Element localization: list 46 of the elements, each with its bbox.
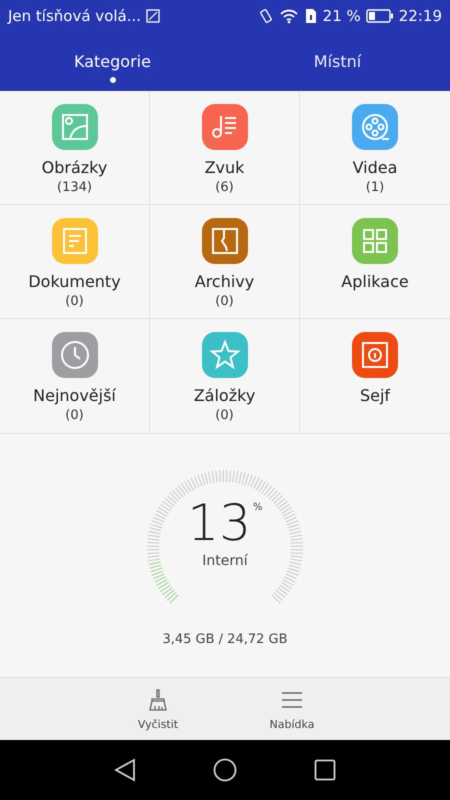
category-tile[interactable]: Aplikace (300, 205, 450, 319)
image-icon (146, 9, 160, 23)
category-name: Zvuk (204, 158, 244, 177)
storage-percent: 13 (187, 496, 252, 551)
battery-percent: 21 % (322, 7, 361, 25)
category-name: Archivy (194, 272, 254, 291)
wifi-icon (278, 8, 299, 24)
back-icon[interactable] (114, 758, 136, 782)
category-tile[interactable]: Zvuk (6) (150, 91, 300, 205)
tab[interactable]: Místní (225, 32, 450, 91)
file-count: (6) (215, 180, 234, 195)
category-name: Záložky (194, 386, 256, 405)
category-name: Aplikace (341, 272, 409, 291)
home-icon[interactable] (213, 758, 237, 782)
storage-label: Interní (202, 553, 248, 569)
battery-icon (366, 9, 394, 23)
menu-button[interactable]: Nabídka (260, 678, 324, 740)
category-name: Sejf (360, 386, 390, 405)
recents-icon[interactable] (314, 759, 336, 781)
category-name: Videa (352, 158, 398, 177)
category-tile[interactable]: Videa (1) (300, 91, 450, 205)
category-name: Nejnovější (33, 386, 116, 405)
tab[interactable]: Kategorie (0, 32, 225, 91)
sim-icon (304, 8, 318, 24)
file-count: (0) (65, 294, 84, 309)
clock-time: 22:19 (398, 7, 442, 25)
file-count: (1) (366, 180, 384, 195)
storage-gauge-fill (148, 562, 179, 604)
file-count: (134) (57, 180, 92, 195)
clean-button[interactable]: Vyčistit (126, 678, 190, 740)
vibrate-icon (258, 8, 274, 24)
category-name: Obrázky (42, 158, 108, 177)
percent-sign: % (253, 502, 263, 513)
category-tile[interactable]: Dokumenty (0) (0, 205, 150, 319)
storage-usage: 3,45 GB / 24,72 GB (162, 632, 288, 647)
category-tile[interactable]: Archivy (0) (150, 205, 300, 319)
file-count: (0) (215, 294, 234, 309)
file-count: (0) (65, 408, 84, 423)
category-name: Dokumenty (28, 272, 121, 291)
notification-text: Jen tísňová volá... (8, 7, 142, 25)
file-count: (0) (215, 408, 234, 423)
category-tile[interactable]: Záložky (0) (150, 319, 300, 433)
category-tile[interactable]: Obrázky (134) (0, 91, 150, 205)
selected-dot-icon (110, 77, 116, 83)
category-tile[interactable]: Sejf (300, 319, 450, 433)
category-tile[interactable]: Nejnovější (0) (0, 319, 150, 433)
